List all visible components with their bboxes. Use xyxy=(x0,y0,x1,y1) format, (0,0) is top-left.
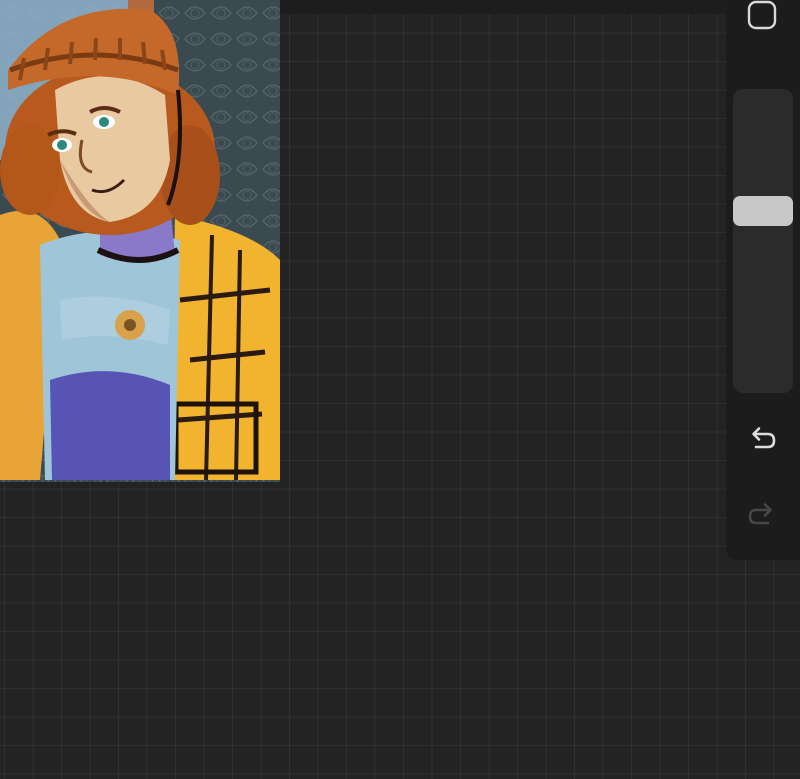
top-toolbar-edge xyxy=(228,0,748,14)
brush-size-slider[interactable] xyxy=(733,89,793,393)
undo-button[interactable] xyxy=(742,418,782,458)
redo-button[interactable] xyxy=(742,494,782,534)
redo-arrow-icon xyxy=(748,503,772,525)
modify-button[interactable] xyxy=(744,0,780,32)
square-icon xyxy=(747,0,777,30)
undo-arrow-icon xyxy=(752,427,776,449)
brush-size-slider-thumb[interactable] xyxy=(733,196,793,226)
artwork-canvas[interactable] xyxy=(0,0,280,482)
